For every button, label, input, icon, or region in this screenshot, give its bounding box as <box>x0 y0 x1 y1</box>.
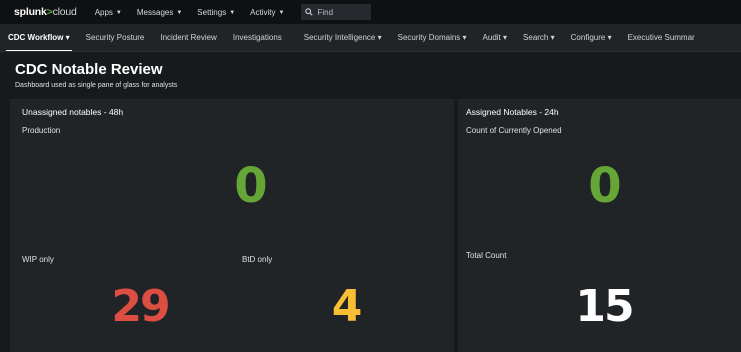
wip-count[interactable]: 29 <box>80 285 200 329</box>
btd-count[interactable]: 4 <box>306 285 386 329</box>
nav-executive-summary[interactable]: Executive Summar <box>620 24 703 51</box>
nav-cdc-workflow[interactable]: CDC Workflow ▾ <box>0 24 78 51</box>
caret-down-icon: ▼ <box>176 9 183 16</box>
nav-label: Security Posture <box>85 32 145 42</box>
splunk-cloud-logo[interactable]: splunk>cloud <box>14 6 77 18</box>
nav-label: Security Intelligence <box>303 32 376 42</box>
nav-label: Configure <box>570 32 606 42</box>
apps-menu-label: Apps <box>94 7 113 17</box>
find-input[interactable]: Find <box>301 4 372 20</box>
page-description: Dashboard used as single pane of glass f… <box>15 82 178 89</box>
caret-down-icon: ▾ <box>503 32 508 42</box>
find-placeholder: Find <box>317 7 334 17</box>
activity-menu[interactable]: Activity ▼ <box>250 8 284 17</box>
settings-menu[interactable]: Settings ▼ <box>197 8 235 17</box>
search-icon <box>305 8 314 16</box>
caret-down-icon: ▾ <box>65 32 70 42</box>
caret-down-icon: ▼ <box>115 9 122 16</box>
activity-menu-label: Activity <box>250 7 276 17</box>
top-menu: Apps ▼ Messages ▼ Settings ▼ Activity ▼ <box>95 8 300 17</box>
settings-menu-label: Settings <box>197 7 227 17</box>
panel-title: Unassigned notables - 48h <box>22 107 124 117</box>
production-label: Production <box>22 126 61 135</box>
assigned-notables-panel: Assigned Notables - 24h Count of Current… <box>458 99 741 352</box>
nav-search[interactable]: Search ▾ <box>515 24 563 51</box>
production-count[interactable]: 0 <box>200 162 300 210</box>
logo-product: cloud <box>52 6 77 18</box>
logo-brand: splunk <box>14 6 47 18</box>
top-bar: splunk>cloud Apps ▼ Messages ▼ Settings ▼ A… <box>0 0 741 24</box>
caret-down-icon: ▼ <box>229 9 236 16</box>
wip-label: WIP only <box>22 255 54 264</box>
panel-title: Assigned Notables - 24h <box>466 107 559 117</box>
caret-down-icon: ▾ <box>462 32 467 42</box>
nav-security-intelligence[interactable]: Security Intelligence ▾ <box>296 24 390 51</box>
nav-label: Search <box>523 32 549 42</box>
unassigned-notables-panel: Unassigned notables - 48h Production 0 W… <box>10 99 454 352</box>
messages-menu[interactable]: Messages ▼ <box>137 8 182 17</box>
caret-down-icon: ▼ <box>278 9 285 16</box>
nav-investigations[interactable]: Investigations <box>225 24 290 51</box>
nav-configure[interactable]: Configure ▾ <box>563 24 620 51</box>
nav-label: Investigations <box>232 32 282 42</box>
opened-count[interactable]: 0 <box>554 162 654 210</box>
nav-audit[interactable]: Audit ▾ <box>475 24 515 51</box>
app-nav: CDC Workflow ▾ Security Posture Incident… <box>0 24 741 52</box>
caret-down-icon: ▾ <box>607 32 612 42</box>
page-title: CDC Notable Review <box>15 61 163 78</box>
opened-label: Count of Currently Opened <box>466 126 562 135</box>
messages-menu-label: Messages <box>136 7 174 17</box>
total-label: Total Count <box>466 251 507 260</box>
total-count[interactable]: 15 <box>544 285 664 329</box>
nav-label: Executive Summar <box>627 32 695 42</box>
nav-security-domains[interactable]: Security Domains ▾ <box>390 24 475 51</box>
nav-label: Incident Review <box>160 32 217 42</box>
dashboard-header: CDC Notable Review Dashboard used as sin… <box>0 52 741 98</box>
apps-menu[interactable]: Apps ▼ <box>95 8 122 17</box>
caret-down-icon: ▾ <box>550 32 555 42</box>
nav-label: Security Domains <box>397 32 461 42</box>
nav-security-posture[interactable]: Security Posture <box>78 24 153 51</box>
btd-label: BtD only <box>242 255 273 264</box>
caret-down-icon: ▾ <box>377 32 382 42</box>
nav-label: CDC Workflow <box>8 32 64 42</box>
nav-incident-review[interactable]: Incident Review <box>152 24 224 51</box>
nav-label: Audit <box>482 32 501 42</box>
